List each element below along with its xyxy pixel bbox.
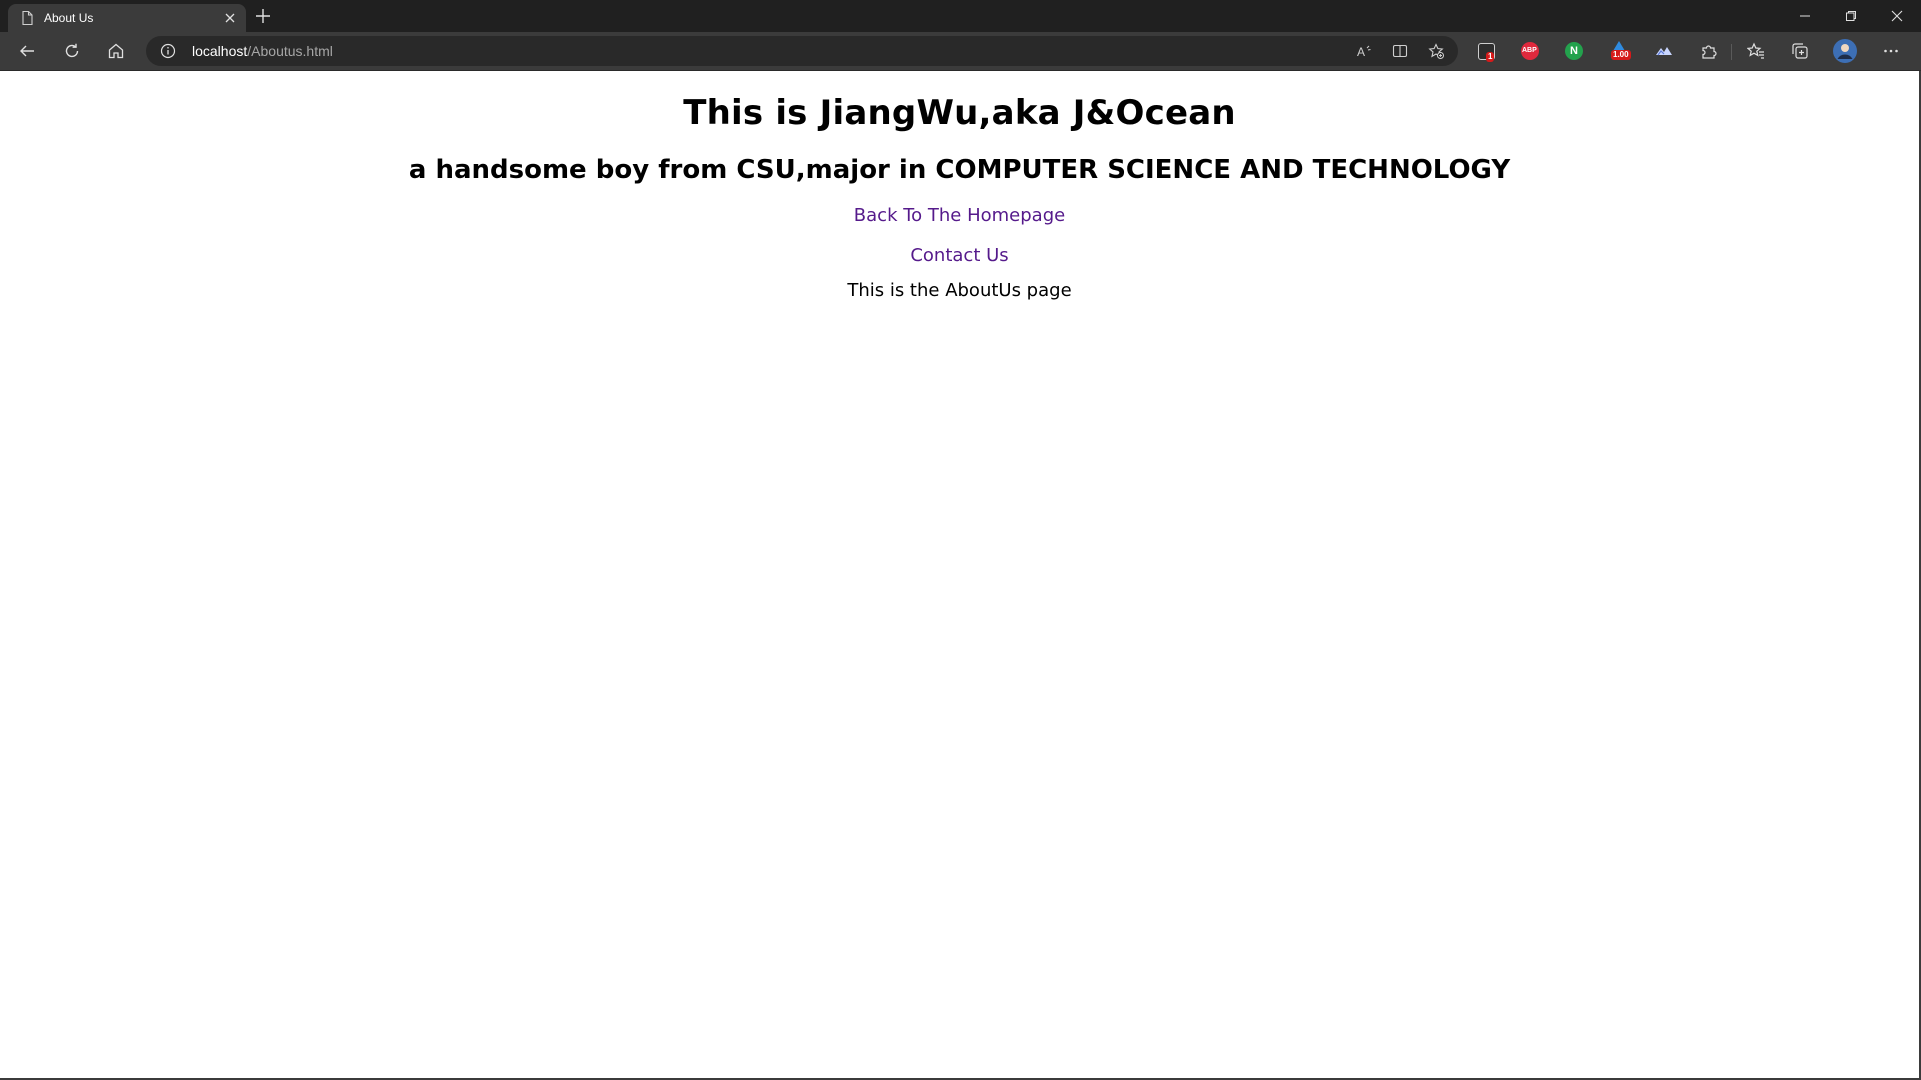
- settings-more-button[interactable]: [1879, 39, 1903, 63]
- browser-toolbar: localhost/Aboutus.html A 1 ABP N 1.00: [0, 32, 1921, 71]
- close-window-button[interactable]: [1874, 0, 1920, 32]
- favorites-icon: [1747, 42, 1764, 59]
- profile-button[interactable]: [1832, 38, 1858, 64]
- tab-about-us[interactable]: About Us: [8, 4, 246, 32]
- adblock-plus-icon[interactable]: ABP: [1521, 42, 1539, 60]
- page-title: This is JiangWu,aka J&Ocean: [683, 93, 1236, 133]
- arrow-left-icon: [20, 45, 34, 57]
- extension-mountain-icon[interactable]: [1654, 41, 1674, 61]
- more-icon: [1884, 49, 1898, 53]
- close-tab-icon[interactable]: [223, 11, 237, 25]
- address-bar[interactable]: localhost/Aboutus.html A: [146, 36, 1458, 66]
- collections-icon: [1792, 43, 1808, 59]
- read-aloud-icon[interactable]: A: [1356, 43, 1372, 59]
- refresh-button[interactable]: [60, 39, 84, 63]
- extensions-button[interactable]: [1697, 39, 1721, 63]
- minimize-button[interactable]: [1782, 0, 1828, 32]
- svg-text:A: A: [1357, 45, 1365, 59]
- puzzle-icon: [1702, 45, 1717, 59]
- address-host: localhost: [192, 43, 248, 59]
- page-icon: [22, 10, 33, 26]
- minimize-icon: [1800, 15, 1810, 17]
- toolbar-divider: [1731, 44, 1732, 60]
- address-path: /Aboutus.html: [247, 43, 333, 59]
- extension-screenshot-icon[interactable]: 1: [1478, 43, 1495, 62]
- split-screen-icon[interactable]: [1392, 43, 1408, 59]
- close-icon: [1891, 10, 1903, 22]
- tab-strip: About Us: [0, 0, 1921, 32]
- tab-title: About Us: [44, 11, 94, 25]
- contact-us-link[interactable]: Contact Us: [0, 245, 1919, 266]
- page-content: This is JiangWu,aka J&Ocean a handsome b…: [0, 71, 1919, 301]
- avatar: [1833, 39, 1857, 63]
- collections-button[interactable]: [1788, 39, 1812, 63]
- restore-button[interactable]: [1828, 0, 1874, 32]
- page-description: This is the AboutUs page: [847, 280, 1072, 301]
- add-favorite-icon[interactable]: [1428, 43, 1444, 59]
- info-icon[interactable]: [160, 43, 176, 59]
- refresh-icon: [65, 43, 79, 58]
- back-to-homepage-link[interactable]: Back To The Homepage: [0, 205, 1919, 226]
- page-subtitle: a handsome boy from CSU,major in COMPUTE…: [408, 155, 1511, 185]
- page-viewport: This is JiangWu,aka J&Ocean a handsome b…: [0, 71, 1921, 1080]
- restore-icon: [1846, 11, 1856, 21]
- home-button[interactable]: [104, 39, 128, 63]
- new-tab-icon[interactable]: [253, 6, 273, 26]
- extension-speed-icon[interactable]: 1.00: [1609, 40, 1631, 60]
- address-url[interactable]: localhost/Aboutus.html: [192, 43, 333, 59]
- extension-n-icon[interactable]: N: [1565, 42, 1583, 60]
- favorites-button[interactable]: [1744, 39, 1768, 63]
- home-icon: [108, 43, 124, 59]
- back-button[interactable]: [15, 39, 39, 63]
